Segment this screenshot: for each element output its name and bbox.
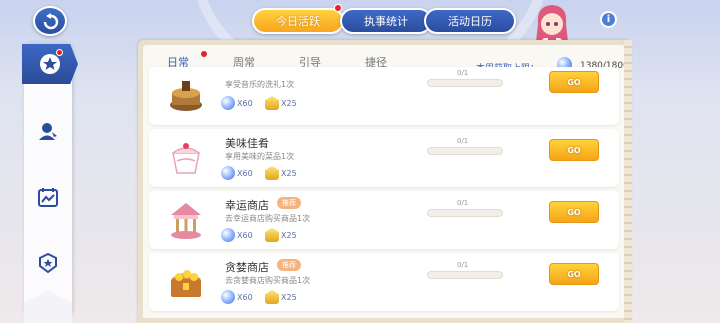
music-box-icon bbox=[170, 81, 202, 111]
orb-reward: X60 bbox=[221, 289, 253, 305]
orb-reward: X60 bbox=[221, 95, 253, 111]
task-description: 去幸运商店购买商品1次 bbox=[225, 214, 311, 223]
star-badge-icon bbox=[40, 54, 60, 74]
sidebar-item-rank[interactable] bbox=[24, 244, 72, 282]
calendar-chart-icon bbox=[38, 188, 58, 207]
tab-butler-stats[interactable]: 执事统计 bbox=[340, 8, 432, 34]
notification-dot bbox=[334, 4, 342, 12]
sidebar bbox=[0, 0, 78, 323]
crown-coin-icon bbox=[265, 228, 279, 242]
task-list[interactable]: 享受音乐的洗礼1次 X60 X25 0/1 GO 美味佳肴 享用美味的菜品1次 … bbox=[149, 67, 619, 318]
progress-bar bbox=[427, 147, 503, 155]
tab-daily-active[interactable]: 今日活跃 bbox=[252, 8, 344, 34]
back-button[interactable] bbox=[33, 6, 67, 36]
tab-label: 执事统计 bbox=[364, 15, 408, 28]
orb-icon bbox=[221, 96, 235, 110]
reward-amount: X25 bbox=[281, 98, 297, 108]
notification-dot bbox=[201, 51, 207, 57]
crown-coin-icon bbox=[265, 166, 279, 180]
task-description: 去贪婪商店购买商品1次 bbox=[225, 276, 311, 285]
activity-panel: 日常 周常 引导 捷径 本周获取上限： 1380/1800 bbox=[138, 40, 630, 323]
info-icon: i bbox=[606, 14, 611, 25]
task-row: 贪婪商店 推荐 去贪婪商店购买商品1次 X60 X25 0/1 GO bbox=[149, 253, 619, 311]
go-label: GO bbox=[567, 207, 581, 217]
carousel-icon bbox=[171, 203, 201, 239]
go-button[interactable]: GO bbox=[549, 201, 599, 223]
progress-text: 0/1 bbox=[457, 261, 469, 269]
progress-text: 0/1 bbox=[457, 137, 469, 145]
go-button[interactable]: GO bbox=[549, 139, 599, 161]
progress-bar bbox=[427, 209, 503, 217]
progress-bar bbox=[427, 79, 503, 87]
task-title: 幸运商店 bbox=[225, 199, 269, 212]
task-row: 美味佳肴 享用美味的菜品1次 X60 X25 0/1 GO bbox=[149, 129, 619, 187]
reward-amount: X25 bbox=[281, 168, 297, 178]
go-button[interactable]: GO bbox=[549, 263, 599, 285]
task-row: 幸运商店 推荐 去幸运商店购买商品1次 X60 X25 0/1 GO bbox=[149, 191, 619, 249]
reward-amount: X60 bbox=[237, 168, 253, 178]
orb-reward: X60 bbox=[221, 165, 253, 181]
panel-edge bbox=[624, 40, 632, 323]
notification-dot bbox=[56, 49, 63, 56]
orb-reward: X60 bbox=[221, 227, 253, 243]
reward-amount: X60 bbox=[237, 292, 253, 302]
go-label: GO bbox=[567, 77, 581, 87]
reward-amount: X60 bbox=[237, 230, 253, 240]
sidebar-item-profile[interactable] bbox=[24, 112, 72, 150]
recommend-badge: 推荐 bbox=[277, 259, 301, 271]
coin-reward: X25 bbox=[265, 95, 297, 111]
go-button[interactable]: GO bbox=[549, 71, 599, 93]
reward-amount: X25 bbox=[281, 230, 297, 240]
coin-reward: X25 bbox=[265, 227, 297, 243]
tab-event-calendar[interactable]: 活动日历 bbox=[424, 8, 516, 34]
task-description: 享受音乐的洗礼1次 bbox=[225, 80, 295, 89]
info-button[interactable]: i bbox=[600, 11, 617, 28]
coin-reward: X25 bbox=[265, 165, 297, 181]
treasure-chest-icon bbox=[171, 270, 201, 297]
recommend-badge: 推荐 bbox=[277, 197, 301, 209]
task-row: 享受音乐的洗礼1次 X60 X25 0/1 GO bbox=[149, 67, 619, 125]
orb-icon bbox=[221, 228, 235, 242]
go-label: GO bbox=[567, 145, 581, 155]
progress-text: 0/1 bbox=[457, 199, 469, 207]
sidebar-item-activity[interactable] bbox=[22, 44, 78, 84]
task-description: 享用美味的菜品1次 bbox=[225, 152, 295, 161]
progress-bar bbox=[427, 271, 503, 279]
task-title: 美味佳肴 bbox=[225, 137, 269, 150]
sidebar-nav bbox=[22, 44, 78, 314]
cake-icon bbox=[172, 143, 200, 174]
profile-icon bbox=[39, 123, 57, 140]
tab-label: 今日活跃 bbox=[276, 15, 320, 28]
orb-icon bbox=[221, 290, 235, 304]
reward-amount: X60 bbox=[237, 98, 253, 108]
crown-coin-icon bbox=[265, 290, 279, 304]
back-arrow-icon bbox=[43, 13, 59, 30]
progress-text: 0/1 bbox=[457, 69, 469, 77]
coin-reward: X25 bbox=[265, 289, 297, 305]
medal-icon bbox=[39, 252, 57, 274]
go-label: GO bbox=[567, 269, 581, 279]
panel-content: 日常 周常 引导 捷径 本周获取上限： 1380/1800 bbox=[143, 45, 625, 318]
orb-icon bbox=[221, 166, 235, 180]
crown-coin-icon bbox=[265, 96, 279, 110]
tab-label: 活动日历 bbox=[448, 15, 492, 28]
sidebar-item-stats[interactable] bbox=[24, 178, 72, 216]
reward-amount: X25 bbox=[281, 292, 297, 302]
task-title: 贪婪商店 bbox=[225, 261, 269, 274]
